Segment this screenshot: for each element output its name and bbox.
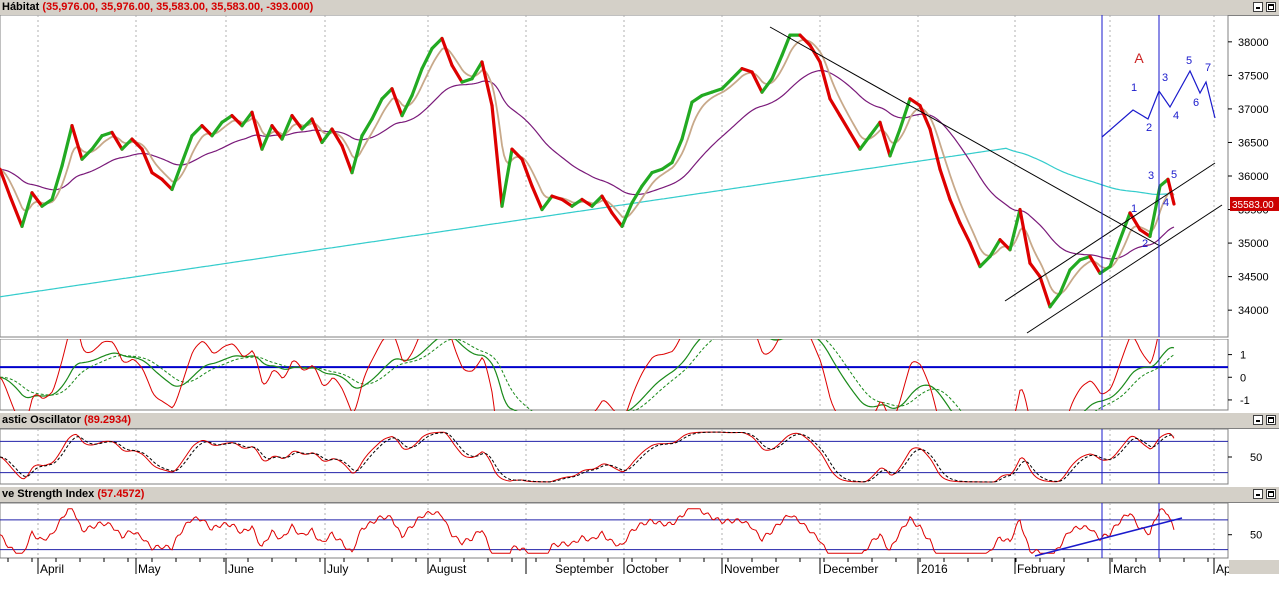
minimize-icon[interactable] [1253, 2, 1263, 12]
y-tick-label: 0 [1240, 372, 1246, 384]
x-tick-label: February [1017, 562, 1065, 576]
minimize-icon[interactable] [1253, 415, 1263, 425]
rsi-panel-titlebar: ve Strength Index (57.4572) [0, 487, 1279, 503]
wave-label: 2 [1142, 238, 1148, 250]
y-tick-label: 36500 [1238, 137, 1269, 149]
scrollbar-corner[interactable] [1229, 560, 1279, 574]
x-tick-label: October [626, 562, 669, 576]
y-tick-label: 37500 [1238, 70, 1269, 82]
price-panel-titlebar: Hábitat (35,976.00, 35,976.00, 35,583.00… [0, 0, 1279, 16]
x-axis: April May June July August September October No… [0, 558, 1231, 576]
x-tick-label: December [823, 562, 878, 576]
x-tick-label: May [138, 562, 161, 576]
y-tick-label: 34000 [1238, 305, 1269, 317]
y-tick-label: 1 [1240, 350, 1246, 362]
wave-label: 1 [1131, 203, 1137, 215]
plot-area [0, 429, 1229, 485]
price-panel-name: Hábitat [2, 1, 40, 13]
y-tick-label: 38000 [1238, 37, 1269, 49]
wave-label: 4 [1163, 197, 1169, 209]
y-tick-label: 50 [1250, 452, 1262, 464]
x-tick-label: July [327, 562, 348, 576]
x-tick-label: 2016 [921, 562, 948, 576]
wave-label: 2 [1146, 122, 1152, 134]
x-tick-label: April [40, 562, 64, 576]
x-tick-label: August [429, 562, 467, 576]
wave-label: 6 [1193, 97, 1199, 109]
price-panel-values: (35,976.00, 35,976.00, 35,583.00, 35,583… [42, 1, 314, 13]
maximize-icon[interactable] [1266, 415, 1276, 425]
rsi-chart[interactable]: 50 [0, 503, 1279, 559]
price-chart[interactable]: 3400034500350003550036000365003700037500… [0, 15, 1279, 339]
stoch-panel-values: (89.2934) [83, 414, 132, 426]
last-price-label: 35583.00 [1232, 200, 1274, 211]
x-tick-label: June [228, 562, 254, 576]
wave-label: 1 [1131, 82, 1137, 94]
wave-label: 5 [1171, 169, 1177, 181]
maximize-icon[interactable] [1266, 2, 1276, 12]
stochastic-chart[interactable]: 50 [0, 429, 1279, 485]
wave-label: 3 [1148, 170, 1154, 182]
y-tick-label: 36000 [1238, 171, 1269, 183]
wave-label: 7 [1205, 62, 1211, 74]
rsi-panel-name: ve Strength Index [2, 488, 95, 500]
y-tick-label: 37000 [1238, 104, 1269, 116]
macd-chart[interactable]: 1 0 -1 [0, 339, 1279, 411]
y-tick-label: 34500 [1238, 272, 1269, 284]
wave-label: A [1134, 50, 1144, 66]
x-tick-label: March [1113, 562, 1146, 576]
x-tick-label: November [724, 562, 779, 576]
y-tick-label: 50 [1250, 530, 1262, 542]
plot-area [0, 339, 1229, 411]
stoch-panel-titlebar: astic Oscillator (89.2934) [0, 413, 1279, 429]
y-tick-label: 35000 [1238, 238, 1269, 250]
rsi-panel-values: (57.4572) [97, 488, 145, 500]
wave-label: 4 [1173, 110, 1179, 122]
wave-label: 5 [1186, 55, 1192, 67]
minimize-icon[interactable] [1253, 489, 1263, 499]
maximize-icon[interactable] [1266, 489, 1276, 499]
y-tick-label: -1 [1240, 395, 1250, 407]
stoch-panel-name: astic Oscillator [2, 414, 81, 426]
wave-label: 3 [1162, 72, 1168, 84]
x-tick-label: September [555, 562, 614, 576]
